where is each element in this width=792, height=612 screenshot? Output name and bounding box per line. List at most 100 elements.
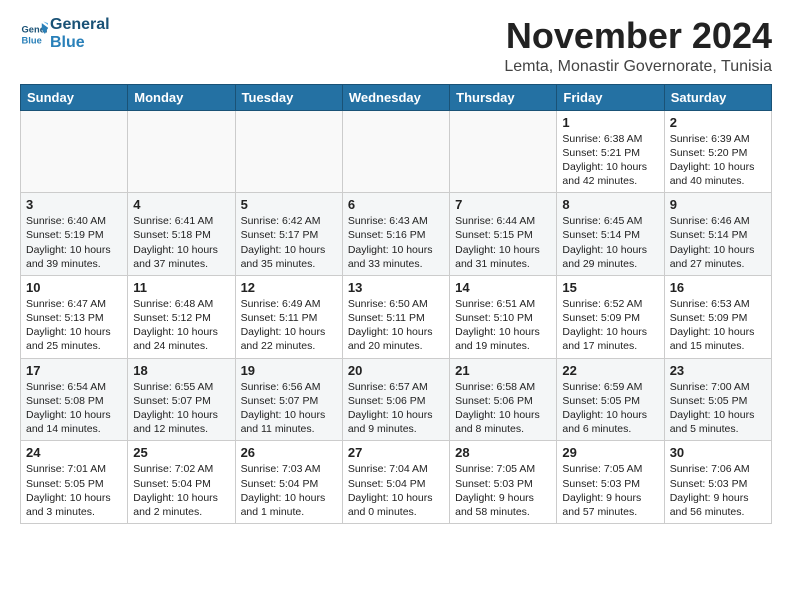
- day-number: 1: [562, 115, 658, 130]
- logo-line1: General: [50, 16, 110, 34]
- logo-line2: Blue: [50, 34, 110, 52]
- calendar-header: Sunday Monday Tuesday Wednesday Thursday…: [21, 84, 772, 110]
- day-info: Sunset: 5:16 PM: [348, 228, 444, 242]
- day-info: Sunset: 5:18 PM: [133, 228, 229, 242]
- day-number: 24: [26, 445, 122, 460]
- title-block: November 2024 Lemta, Monastir Governorat…: [504, 16, 772, 76]
- day-info: Sunrise: 7:03 AM: [241, 462, 337, 476]
- day-info: Daylight: 10 hours and 19 minutes.: [455, 325, 551, 353]
- day-info: Sunrise: 6:59 AM: [562, 380, 658, 394]
- day-number: 17: [26, 363, 122, 378]
- day-number: 2: [670, 115, 766, 130]
- calendar-body: 1Sunrise: 6:38 AMSunset: 5:21 PMDaylight…: [21, 110, 772, 523]
- day-info: Sunrise: 6:48 AM: [133, 297, 229, 311]
- day-number: 6: [348, 197, 444, 212]
- day-info: Sunrise: 6:47 AM: [26, 297, 122, 311]
- day-cell: 18Sunrise: 6:55 AMSunset: 5:07 PMDayligh…: [128, 358, 235, 441]
- col-thursday: Thursday: [450, 84, 557, 110]
- day-info: Sunrise: 6:46 AM: [670, 214, 766, 228]
- day-cell: 7Sunrise: 6:44 AMSunset: 5:15 PMDaylight…: [450, 193, 557, 276]
- svg-text:Blue: Blue: [22, 35, 42, 45]
- day-cell: 30Sunrise: 7:06 AMSunset: 5:03 PMDayligh…: [664, 441, 771, 524]
- day-cell: 5Sunrise: 6:42 AMSunset: 5:17 PMDaylight…: [235, 193, 342, 276]
- day-info: Daylight: 10 hours and 5 minutes.: [670, 408, 766, 436]
- day-info: Sunset: 5:11 PM: [348, 311, 444, 325]
- day-number: 28: [455, 445, 551, 460]
- day-info: Sunset: 5:08 PM: [26, 394, 122, 408]
- day-info: Sunrise: 7:05 AM: [455, 462, 551, 476]
- day-cell: 21Sunrise: 6:58 AMSunset: 5:06 PMDayligh…: [450, 358, 557, 441]
- day-info: Sunset: 5:03 PM: [670, 477, 766, 491]
- day-info: Sunset: 5:05 PM: [26, 477, 122, 491]
- week-row-4: 17Sunrise: 6:54 AMSunset: 5:08 PMDayligh…: [21, 358, 772, 441]
- day-info: Daylight: 10 hours and 17 minutes.: [562, 325, 658, 353]
- day-cell: 22Sunrise: 6:59 AMSunset: 5:05 PMDayligh…: [557, 358, 664, 441]
- day-cell: 23Sunrise: 7:00 AMSunset: 5:05 PMDayligh…: [664, 358, 771, 441]
- day-cell: 17Sunrise: 6:54 AMSunset: 5:08 PMDayligh…: [21, 358, 128, 441]
- header-row: Sunday Monday Tuesday Wednesday Thursday…: [21, 84, 772, 110]
- day-info: Daylight: 10 hours and 0 minutes.: [348, 491, 444, 519]
- day-number: 5: [241, 197, 337, 212]
- day-info: Daylight: 10 hours and 33 minutes.: [348, 243, 444, 271]
- day-info: Sunset: 5:19 PM: [26, 228, 122, 242]
- day-info: Sunset: 5:04 PM: [241, 477, 337, 491]
- day-info: Daylight: 10 hours and 29 minutes.: [562, 243, 658, 271]
- day-info: Sunset: 5:14 PM: [562, 228, 658, 242]
- col-tuesday: Tuesday: [235, 84, 342, 110]
- day-info: Sunrise: 7:05 AM: [562, 462, 658, 476]
- day-info: Sunset: 5:07 PM: [241, 394, 337, 408]
- day-cell: 28Sunrise: 7:05 AMSunset: 5:03 PMDayligh…: [450, 441, 557, 524]
- day-cell: 11Sunrise: 6:48 AMSunset: 5:12 PMDayligh…: [128, 275, 235, 358]
- day-info: Sunset: 5:07 PM: [133, 394, 229, 408]
- day-info: Daylight: 10 hours and 3 minutes.: [26, 491, 122, 519]
- col-sunday: Sunday: [21, 84, 128, 110]
- day-info: Sunrise: 6:42 AM: [241, 214, 337, 228]
- day-info: Sunset: 5:03 PM: [562, 477, 658, 491]
- day-info: Daylight: 10 hours and 40 minutes.: [670, 160, 766, 188]
- col-wednesday: Wednesday: [342, 84, 449, 110]
- day-info: Sunset: 5:17 PM: [241, 228, 337, 242]
- day-info: Daylight: 10 hours and 9 minutes.: [348, 408, 444, 436]
- col-saturday: Saturday: [664, 84, 771, 110]
- day-info: Sunrise: 6:38 AM: [562, 132, 658, 146]
- day-cell: 3Sunrise: 6:40 AMSunset: 5:19 PMDaylight…: [21, 193, 128, 276]
- day-info: Sunrise: 6:43 AM: [348, 214, 444, 228]
- col-friday: Friday: [557, 84, 664, 110]
- day-info: Sunset: 5:09 PM: [562, 311, 658, 325]
- day-number: 13: [348, 280, 444, 295]
- day-info: Daylight: 10 hours and 8 minutes.: [455, 408, 551, 436]
- day-info: Daylight: 10 hours and 27 minutes.: [670, 243, 766, 271]
- day-cell: 27Sunrise: 7:04 AMSunset: 5:04 PMDayligh…: [342, 441, 449, 524]
- day-cell: 26Sunrise: 7:03 AMSunset: 5:04 PMDayligh…: [235, 441, 342, 524]
- day-cell: 29Sunrise: 7:05 AMSunset: 5:03 PMDayligh…: [557, 441, 664, 524]
- day-info: Sunrise: 7:02 AM: [133, 462, 229, 476]
- day-number: 7: [455, 197, 551, 212]
- calendar-table: Sunday Monday Tuesday Wednesday Thursday…: [20, 84, 772, 524]
- day-cell: 24Sunrise: 7:01 AMSunset: 5:05 PMDayligh…: [21, 441, 128, 524]
- day-info: Daylight: 10 hours and 11 minutes.: [241, 408, 337, 436]
- day-info: Sunrise: 7:06 AM: [670, 462, 766, 476]
- day-info: Sunrise: 6:45 AM: [562, 214, 658, 228]
- day-info: Daylight: 10 hours and 25 minutes.: [26, 325, 122, 353]
- day-number: 11: [133, 280, 229, 295]
- day-info: Sunrise: 6:55 AM: [133, 380, 229, 394]
- day-cell: 8Sunrise: 6:45 AMSunset: 5:14 PMDaylight…: [557, 193, 664, 276]
- day-info: Daylight: 10 hours and 12 minutes.: [133, 408, 229, 436]
- day-info: Sunset: 5:10 PM: [455, 311, 551, 325]
- logo-icon: General Blue: [20, 20, 48, 48]
- day-cell: [450, 110, 557, 193]
- page-container: General Blue General Blue November 2024 …: [0, 0, 792, 534]
- day-info: Sunrise: 6:40 AM: [26, 214, 122, 228]
- day-number: 14: [455, 280, 551, 295]
- day-cell: 25Sunrise: 7:02 AMSunset: 5:04 PMDayligh…: [128, 441, 235, 524]
- day-cell: [342, 110, 449, 193]
- day-number: 10: [26, 280, 122, 295]
- location: Lemta, Monastir Governorate, Tunisia: [504, 58, 772, 76]
- day-info: Sunset: 5:11 PM: [241, 311, 337, 325]
- day-number: 20: [348, 363, 444, 378]
- day-number: 19: [241, 363, 337, 378]
- day-cell: 9Sunrise: 6:46 AMSunset: 5:14 PMDaylight…: [664, 193, 771, 276]
- day-info: Sunrise: 6:58 AM: [455, 380, 551, 394]
- col-monday: Monday: [128, 84, 235, 110]
- day-info: Daylight: 10 hours and 20 minutes.: [348, 325, 444, 353]
